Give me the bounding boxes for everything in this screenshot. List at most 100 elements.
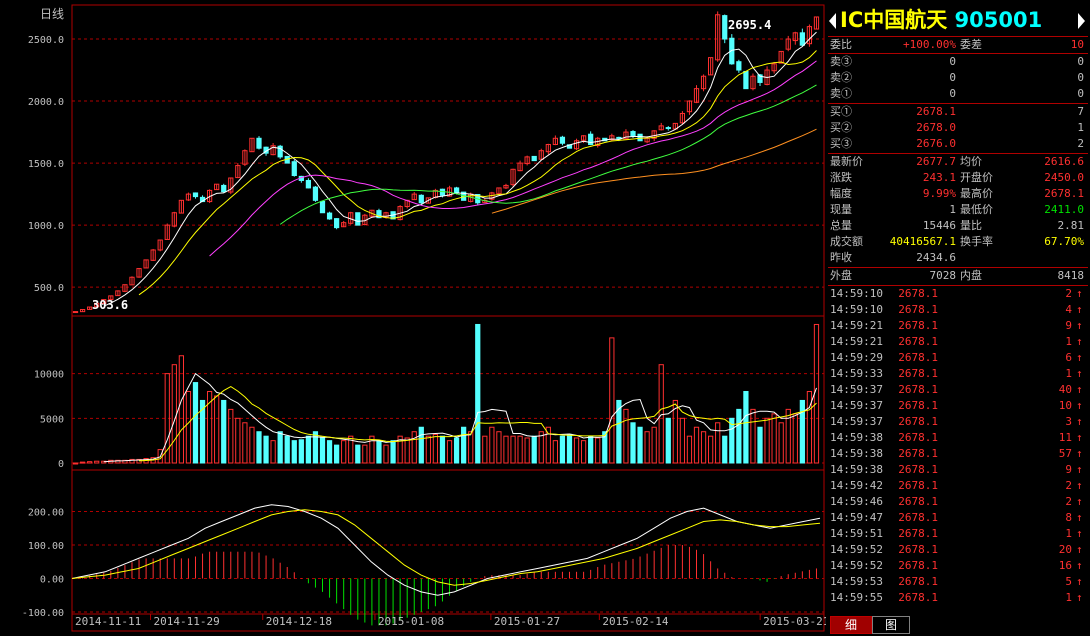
tick-volume: 2 <box>1065 495 1072 508</box>
stat-label: 幅度 <box>830 187 852 200</box>
candle-body <box>453 187 460 194</box>
bid-ratio-value: +100.00% <box>903 38 956 51</box>
price-grid <box>72 38 824 288</box>
tick-row: 14:59:37 2678.1 40 ↑ <box>828 382 1088 398</box>
volume-bar <box>94 460 100 464</box>
next-instrument-icon[interactable] <box>1078 13 1085 29</box>
stat-value: 1 <box>949 203 956 216</box>
price-axis-label: 2000.0 <box>28 97 64 108</box>
volume-bar <box>263 435 269 464</box>
date-axis-label: 2015-03-21 <box>763 615 826 628</box>
volume-bar <box>453 437 460 464</box>
volume-bar <box>475 323 481 464</box>
volume-bar <box>383 444 389 464</box>
volume-bar <box>277 431 283 464</box>
volume-bar <box>757 426 763 464</box>
stat-row: 最新价 2677.7 均价 2616.6 <box>828 154 1088 170</box>
tick-arrow-icon: ↑ <box>1076 511 1083 524</box>
bid-volume: 2 <box>1077 137 1084 150</box>
candle-body <box>743 70 749 90</box>
tick-price: 2678.1 <box>898 559 938 572</box>
tick-volume: 9 <box>1065 319 1072 332</box>
volume-bar <box>411 431 417 464</box>
volume-bar <box>362 444 368 464</box>
prev-instrument-icon[interactable] <box>829 13 836 29</box>
ask-label: 卖① <box>830 87 852 100</box>
bottom-tabs: 细 图 <box>828 616 1090 636</box>
kline-chart[interactable]: 2500.0 2000.0 1500.0 1000.0 500.0 10000 5000 0 2… <box>0 0 826 636</box>
date-axis-label: 2014-11-29 <box>154 615 220 628</box>
ask-label: 卖② <box>830 71 852 84</box>
prev-close-row: 昨收 2434.6 <box>828 250 1088 266</box>
price-axis-label: 1500.0 <box>28 159 64 170</box>
tick-price: 2678.1 <box>898 383 938 396</box>
volume-bar <box>644 431 650 464</box>
tick-arrow-icon: ↑ <box>1076 431 1083 444</box>
tick-volume: 2 <box>1065 479 1072 492</box>
ask-volume: 0 <box>1077 55 1084 68</box>
volume-bar <box>298 439 304 464</box>
volume-bar <box>270 440 276 464</box>
tick-arrow-icon: ↑ <box>1076 335 1083 348</box>
date-axis-label: 2015-01-08 <box>378 615 444 628</box>
volume-bars <box>72 323 820 465</box>
stat-value: 2616.6 <box>1044 155 1084 168</box>
tick-row: 14:59:47 2678.1 8 ↑ <box>828 510 1088 526</box>
ask-row: 卖② 0 0 <box>828 70 1088 86</box>
stat-value: 15446 <box>922 219 956 232</box>
tab-chart[interactable]: 图 <box>872 616 910 634</box>
price-low-marker: 303.6 <box>92 298 129 312</box>
volume-bar <box>679 417 686 464</box>
tick-arrow-icon: ↑ <box>1076 399 1083 412</box>
tick-row: 14:59:38 2678.1 11 ↑ <box>828 430 1088 446</box>
stat-row: 现量 1 最低价 2411.0 <box>828 202 1088 218</box>
tick-volume: 20 <box>1058 543 1072 556</box>
volume-bar <box>221 399 227 464</box>
price-ma-lines <box>103 31 817 307</box>
tick-price: 2678.1 <box>898 511 938 524</box>
bid-diff-value: 10 <box>1070 38 1084 51</box>
tick-row: 14:59:10 2678.1 2 ↑ <box>828 286 1088 302</box>
volume-bar <box>708 435 714 464</box>
tab-detail[interactable]: 细 <box>830 616 872 634</box>
tick-price: 2678.1 <box>898 495 938 508</box>
period-label[interactable]: 日线 <box>40 5 64 22</box>
quote-panel: IC中国航天 905001 委比 +100.00% 委差 10 卖③ 0 0 卖② 0 0 卖① 0 0… <box>828 5 1088 630</box>
instrument-code: 905001 <box>954 8 1043 32</box>
tick-row: 14:59:53 2678.1 5 ↑ <box>828 574 1088 590</box>
tick-arrow-icon: ↑ <box>1076 575 1083 588</box>
tick-volume: 1 <box>1065 367 1072 380</box>
stat-row: 幅度 9.99% 最高价 2678.1 <box>828 186 1088 202</box>
price-axis-label: 1000.0 <box>28 221 64 232</box>
tick-time: 14:59:42 <box>830 479 883 492</box>
volume-bar <box>432 433 439 464</box>
tick-row: 14:59:38 2678.1 9 ↑ <box>828 462 1088 478</box>
volume-bar <box>214 395 220 464</box>
candle-body <box>305 179 312 189</box>
price-axis-label: 2500.0 <box>28 35 64 46</box>
tick-row: 14:59:52 2678.1 16 ↑ <box>828 558 1088 574</box>
tick-arrow-icon: ↑ <box>1076 367 1083 380</box>
candle-body <box>665 127 671 130</box>
macd-dea-line <box>71 509 821 586</box>
volume-bar <box>623 408 629 464</box>
inner-label: 内盘 <box>960 269 982 282</box>
stat-value: 2411.0 <box>1044 203 1084 216</box>
instrument-header: IC中国航天 905001 <box>828 5 1088 36</box>
date-axis-label: 2014-11-11 <box>75 615 141 628</box>
volume-bar <box>355 444 361 464</box>
tick-row: 14:59:21 2678.1 9 ↑ <box>828 318 1088 334</box>
candle-body <box>531 155 537 162</box>
volume-bar <box>552 440 558 464</box>
bid-row: 买② 2678.0 1 <box>828 120 1088 136</box>
stat-value: 40416567.1 <box>889 235 956 248</box>
stat-label: 最高价 <box>960 187 993 200</box>
candle-body <box>736 61 742 71</box>
tick-arrow-icon: ↑ <box>1076 479 1083 492</box>
stat-value: 9.99% <box>922 187 956 200</box>
tick-volume: 6 <box>1065 351 1072 364</box>
candle-body <box>319 200 326 214</box>
volume-bar <box>228 408 234 464</box>
volume-bar <box>693 426 700 464</box>
volume-bar <box>418 426 424 464</box>
